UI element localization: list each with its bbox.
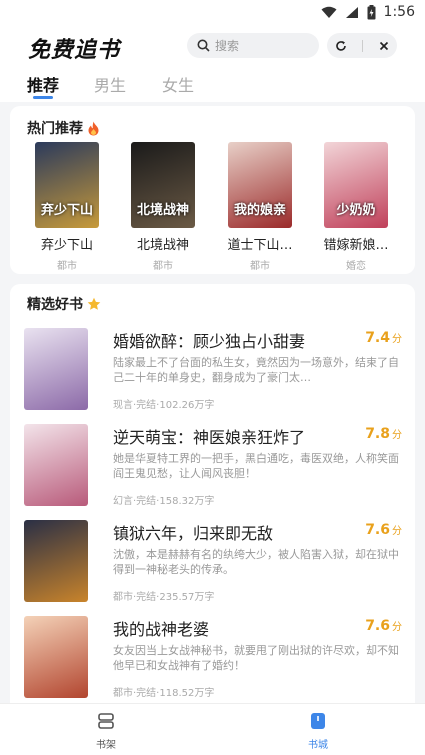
actions-divider — [362, 39, 364, 52]
tab-recommend[interactable]: 推荐 — [27, 72, 59, 96]
book-title: 逆天萌宝：神医娘亲狂炸了 — [113, 428, 306, 447]
book-title: 我的战神老婆 — [113, 620, 210, 639]
status-bar: 1:56 — [0, 0, 425, 26]
book-cover[interactable] — [24, 424, 88, 506]
app-title: 免费追书 — [28, 38, 121, 63]
category-tabs: 推荐 男生 女生 — [0, 66, 425, 102]
featured-section-title: 精选好书 — [27, 297, 83, 313]
book-meta: 幻言·完结·158.32万字 — [113, 496, 215, 507]
app-header: 免费追书 搜索 — [0, 26, 425, 66]
score-unit: 分 — [392, 622, 402, 633]
book-score: 7.4 分 — [365, 330, 402, 346]
book-meta: 现言·完结·102.26万字 — [113, 400, 215, 411]
signal-icon — [345, 6, 358, 18]
book-description: 陆家最上不了台面的私生女，竟然因为一场意外，结束了自己二十年的单身史，翻身成为了… — [113, 356, 399, 384]
cover-text: 少奶奶 — [336, 203, 376, 218]
book-cover[interactable] — [24, 520, 88, 602]
book-score: 7.8 分 — [365, 426, 402, 442]
book-description: 女友因当上女战神秘书，就要甩了刚出狱的许尽欢，却不知他早已和女战神有了婚约！ — [113, 644, 399, 672]
cover-text: 我的娘亲 — [233, 203, 286, 218]
search-box[interactable]: 搜索 — [187, 33, 319, 58]
tab-male[interactable]: 男生 — [94, 72, 126, 96]
book-cover[interactable] — [24, 616, 88, 698]
book-score: 7.6 分 — [365, 618, 402, 634]
score-unit: 分 — [392, 430, 402, 441]
nav-item-bookshelf[interactable]: 书架 — [76, 712, 136, 751]
search-placeholder: 搜索 — [215, 39, 240, 53]
book-cover[interactable] — [24, 328, 88, 410]
battery-icon — [367, 4, 376, 19]
featured-section: 精选好书 婚婚欲醉：顾少独占小甜妻 7.4 分 陆家最上不了台面的私生女，竟然因为… — [10, 284, 415, 724]
hot-book-category: 都市 — [57, 261, 77, 272]
hot-book-category: 都市 — [153, 261, 173, 272]
cover-text: 弃少下山 — [40, 203, 93, 218]
book-description: 她是华夏特工界的一把手，黑白通吃，毒医双绝，人称笑面阎王鬼见愁，让人闻风丧胆！ — [113, 452, 399, 480]
hot-book-item[interactable]: 少奶奶 错嫁新娘… 婚恋 — [316, 142, 396, 272]
score-unit: 分 — [392, 526, 402, 537]
hot-section-title: 热门推荐 — [27, 121, 83, 137]
fire-icon — [88, 121, 99, 135]
featured-section-header: 精选好书 — [27, 294, 101, 314]
hot-book-category: 都市 — [250, 261, 270, 272]
hot-section: 热门推荐 弃少下山 弃少下山 都市 北境战神 北境战神 都市 我的娘亲 道士下山… — [10, 106, 415, 274]
nav-label-bookstore: 书城 — [308, 740, 328, 751]
bottom-nav: 书架 书城 — [0, 703, 425, 755]
book-description: 沈傲，本是赫赫有名的纨绔大少，被人陷害入狱，却在狱中得到一神秘老头的传承。 — [113, 548, 399, 576]
book-meta: 都市·完结·118.52万字 — [113, 688, 215, 699]
hot-book-name: 道士下山… — [227, 238, 293, 253]
nav-item-bookstore[interactable]: 书城 — [288, 712, 348, 751]
score-value: 7.4 — [365, 330, 390, 346]
bookstore-icon — [311, 713, 325, 729]
search-icon — [197, 39, 210, 52]
tab-female[interactable]: 女生 — [162, 72, 194, 96]
score-value: 7.8 — [365, 426, 390, 442]
score-value: 7.6 — [365, 522, 390, 538]
tab-indicator — [33, 96, 53, 99]
score-value: 7.6 — [365, 618, 390, 634]
hot-book-name: 错嫁新娘… — [323, 238, 389, 253]
star-icon — [87, 297, 101, 310]
hot-section-header: 热门推荐 — [27, 118, 100, 138]
bookshelf-icon — [98, 713, 114, 729]
book-cover[interactable]: 北境战神 — [131, 142, 195, 228]
hot-book-name: 弃少下山 — [40, 238, 93, 253]
wifi-icon — [321, 6, 337, 18]
hot-book-item[interactable]: 北境战神 北境战神 都市 — [123, 142, 203, 272]
book-list-item[interactable]: 我的战神老婆 7.6 分 女友因当上女战神秘书，就要甩了刚出狱的许尽欢，却不知他早… — [24, 616, 404, 702]
book-cover[interactable]: 弃少下山 — [35, 142, 99, 228]
book-list-item[interactable]: 逆天萌宝：神医娘亲狂炸了 7.8 分 她是华夏特工界的一把手，黑白通吃，毒医双绝，… — [24, 424, 404, 510]
hot-book-item[interactable]: 我的娘亲 道士下山… 都市 — [220, 142, 300, 272]
close-icon[interactable] — [379, 41, 389, 51]
status-time: 1:56 — [383, 4, 415, 20]
header-actions — [327, 33, 397, 58]
book-cover[interactable]: 少奶奶 — [324, 142, 388, 228]
book-score: 7.6 分 — [365, 522, 402, 538]
hot-book-name: 北境战神 — [136, 238, 189, 253]
cover-text: 北境战神 — [136, 203, 189, 218]
refresh-icon[interactable] — [335, 40, 347, 52]
book-list-item[interactable]: 婚婚欲醉：顾少独占小甜妻 7.4 分 陆家最上不了台面的私生女，竟然因为一场意外，… — [24, 328, 404, 414]
nav-label-bookshelf: 书架 — [96, 740, 116, 751]
hot-book-category: 婚恋 — [346, 261, 366, 272]
book-title: 镇狱六年，归来即无敌 — [113, 524, 274, 543]
book-title: 婚婚欲醉：顾少独占小甜妻 — [113, 332, 306, 351]
book-meta: 都市·完结·235.57万字 — [113, 592, 215, 603]
book-list-item[interactable]: 镇狱六年，归来即无敌 7.6 分 沈傲，本是赫赫有名的纨绔大少，被人陷害入狱，却在… — [24, 520, 404, 606]
score-unit: 分 — [392, 334, 402, 345]
book-cover[interactable]: 我的娘亲 — [228, 142, 292, 228]
status-icons: 1:56 — [321, 4, 415, 20]
hot-book-item[interactable]: 弃少下山 弃少下山 都市 — [27, 142, 107, 272]
